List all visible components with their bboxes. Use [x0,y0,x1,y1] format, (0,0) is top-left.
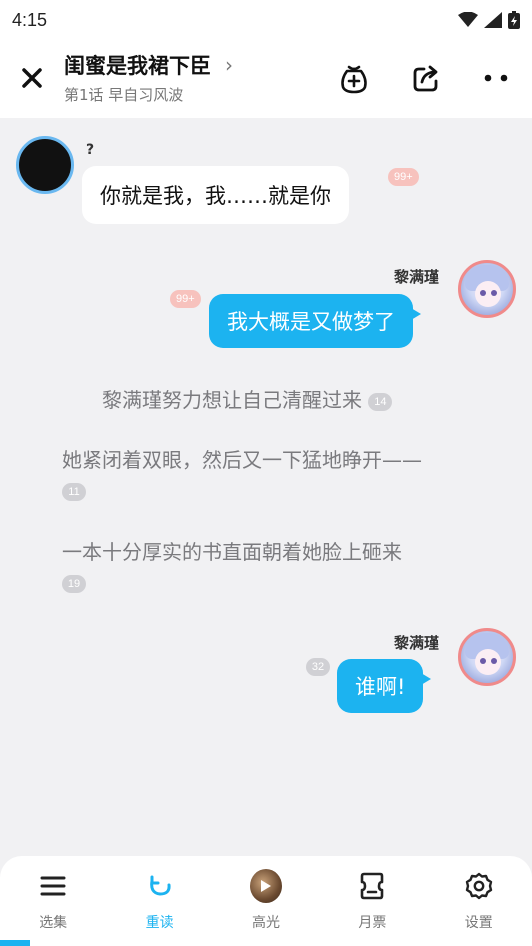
system-icons [458,11,520,29]
story-title-block[interactable]: 闺蜜是我裙下臣 › 第1话 早自习风波 [64,50,233,105]
share-button[interactable] [408,60,444,96]
nav-highlights[interactable]: 高光 [226,869,306,932]
comment-count-badge[interactable]: 32 [306,658,330,676]
chevron-right-icon: › [225,53,233,77]
nav-label: 月票 [358,915,387,931]
reader-header: 闺蜜是我裙下臣 › 第1话 早自习风波 [0,40,532,118]
narration-line[interactable]: 一本十分厚实的书直面朝着她脸上砸来 19 [62,536,402,593]
replay-icon [144,870,176,902]
comment-count-badge[interactable]: 11 [62,483,86,501]
status-bar: 4:15 [0,0,532,40]
nav-settings[interactable]: 设置 [439,870,519,932]
nav-label: 选集 [39,915,68,931]
avatar[interactable] [458,260,516,318]
nav-monthly-ticket[interactable]: 月票 [332,870,412,932]
speaker-name: 黎满瑾 [394,268,440,286]
story-title-text: 闺蜜是我裙下臣 [64,54,211,78]
wifi-icon [458,12,478,27]
signal-icon [484,12,502,28]
chat-area[interactable]: ? 你就是我，我……就是你 99+ 黎满瑾 99+ 我大概是又做梦了 黎满瑾努力… [0,118,532,858]
nav-reread[interactable]: 重读 [120,870,200,932]
battery-icon [508,11,520,29]
nav-label: 设置 [464,915,493,931]
nav-episodes[interactable]: 选集 [13,870,93,932]
active-tab-indicator [0,940,30,946]
message-bubble[interactable]: 你就是我，我……就是你 [82,166,349,224]
avatar[interactable] [458,628,516,686]
story-title: 闺蜜是我裙下臣 › [64,50,233,80]
gift-bag-icon [341,65,367,94]
narration-line[interactable]: 黎满瑾努力想让自己清醒过来 14 [102,384,393,413]
comment-count-badge[interactable]: 19 [62,575,86,593]
bottom-toolbar: 选集 重读 高光 月票 设置 [0,856,532,946]
comment-count-badge[interactable]: 99+ [170,290,201,308]
ticket-icon [356,870,388,902]
speaker-name: ? [86,142,95,158]
message-bubble[interactable]: 我大概是又做梦了 [209,294,421,348]
narration-text: 黎满瑾努力想让自己清醒过来 [102,388,362,412]
narration-line[interactable]: 她紧闭着双眼，然后又一下猛地睁开—— 11 [62,444,422,501]
gear-icon [463,870,495,902]
share-icon [413,65,438,92]
narration-text: 一本十分厚实的书直面朝着她脸上砸来 [62,540,402,564]
chapter-subtitle: 第1话 早自习风波 [64,86,184,104]
comment-count-badge[interactable]: 99+ [388,168,419,186]
highlight-thumb-icon [249,869,282,903]
close-icon [22,68,42,88]
nav-label: 高光 [251,915,280,931]
narration-text: 她紧闭着双眼，然后又一下猛地睁开—— [62,448,422,472]
message-bubble[interactable]: 谁啊! [337,659,432,713]
close-button[interactable] [18,64,46,92]
more-button[interactable] [478,60,514,96]
speaker-name: 黎满瑾 [394,634,440,652]
comment-count-badge[interactable]: 14 [368,392,393,411]
status-time: 4:15 [12,9,48,30]
more-dots-icon [484,74,508,82]
nav-label: 重读 [145,915,174,931]
gift-button[interactable] [336,60,372,96]
menu-icon [37,870,69,902]
avatar[interactable] [16,136,74,194]
